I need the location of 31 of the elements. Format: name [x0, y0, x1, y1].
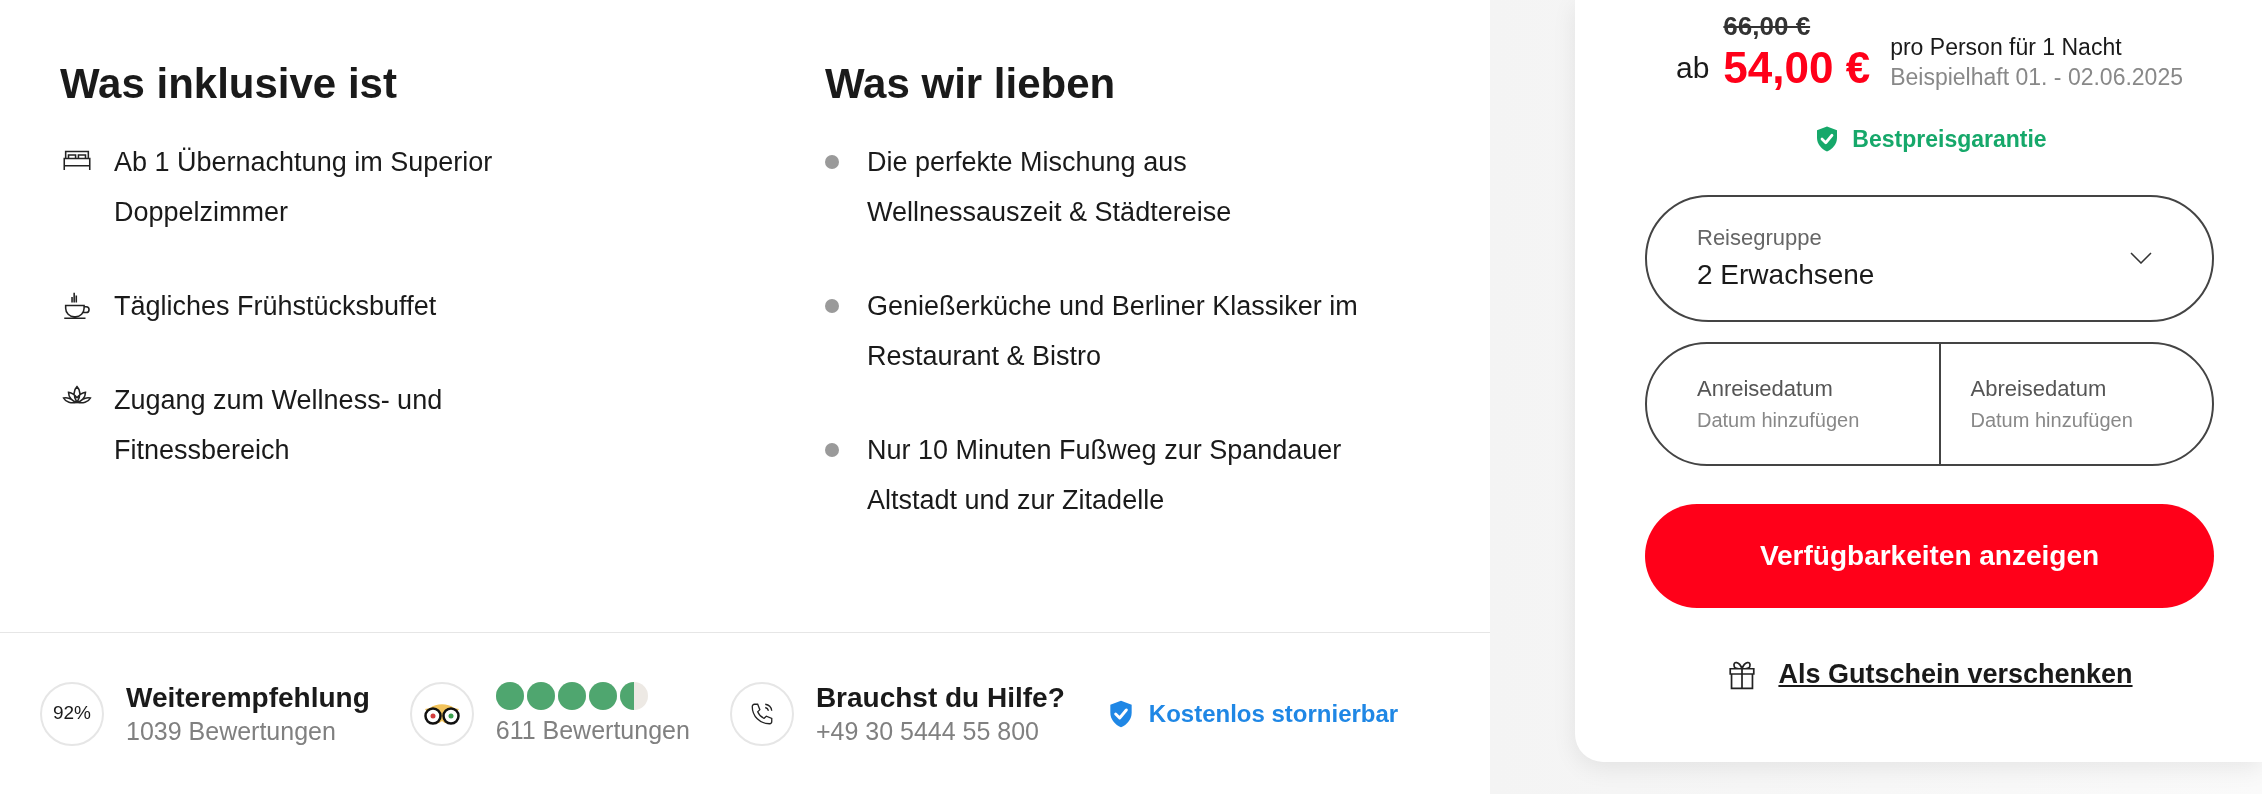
best-price-guarantee: Bestpreisgarantie: [1852, 125, 2047, 154]
show-availability-button[interactable]: Verfügbarkeiten anzeigen: [1645, 503, 2214, 608]
review-count: 1039 Bewertungen: [126, 715, 337, 747]
help-title: Brauchst du Hilfe?: [815, 680, 1065, 715]
rating-bubble-icon: [588, 681, 617, 710]
rating-bubble-icon: [557, 681, 586, 710]
price: 54,00 €: [1723, 42, 1871, 94]
old-price: 66,00 €: [1723, 10, 1811, 42]
section-heading: Was inklusive ist: [60, 59, 398, 109]
highlight-item: Nur 10 Minuten Fußweg zur Spandauer Altstadt und zur Zitadelle: [867, 434, 1343, 517]
travel-group-select[interactable]: Reisegruppe 2 Erwachsene: [1645, 194, 2214, 322]
included-item: Tägliches Frühstücksbuffet: [114, 290, 438, 323]
included-item: Zugang zum Wellness- und Fitnessbereich: [114, 384, 444, 467]
owl-icon: [421, 701, 462, 726]
included-item: Ab 1 Übernachtung im Superior Doppelzimmer: [114, 146, 494, 229]
highlight-item: Die perfekte Mischung aus Wellnessauszeit & Städtereise: [867, 146, 1233, 229]
section-heading: Was wir lieben: [825, 59, 1117, 109]
rating-bubble-icon: [495, 681, 524, 710]
review-count: 611 Bewertungen: [495, 714, 690, 746]
recommendation-badge: 92%: [40, 681, 104, 746]
highlight-item: Genießerküche und Berliner Klassiker im Restaurant & Bistro: [867, 290, 1359, 373]
rating-bubble-icon: [619, 681, 648, 710]
price-note: pro Person für 1 Nacht: [1890, 33, 2123, 62]
free-cancellation-label: Kostenlos stornierbar: [1148, 698, 1399, 729]
price-prefix: ab: [1676, 50, 1710, 86]
rating-bubble-icon: [526, 681, 555, 710]
gift-voucher-link[interactable]: Als Gutschein verschenken: [1778, 653, 2133, 694]
example-date: Beispielhaft 01. - 02.06.2025: [1890, 63, 2183, 92]
phone-number[interactable]: +49 30 5444 55 800: [815, 714, 1065, 747]
recommendation-title: Weiterempfehlung: [126, 680, 370, 715]
chevron-down-icon: [2130, 252, 2152, 264]
